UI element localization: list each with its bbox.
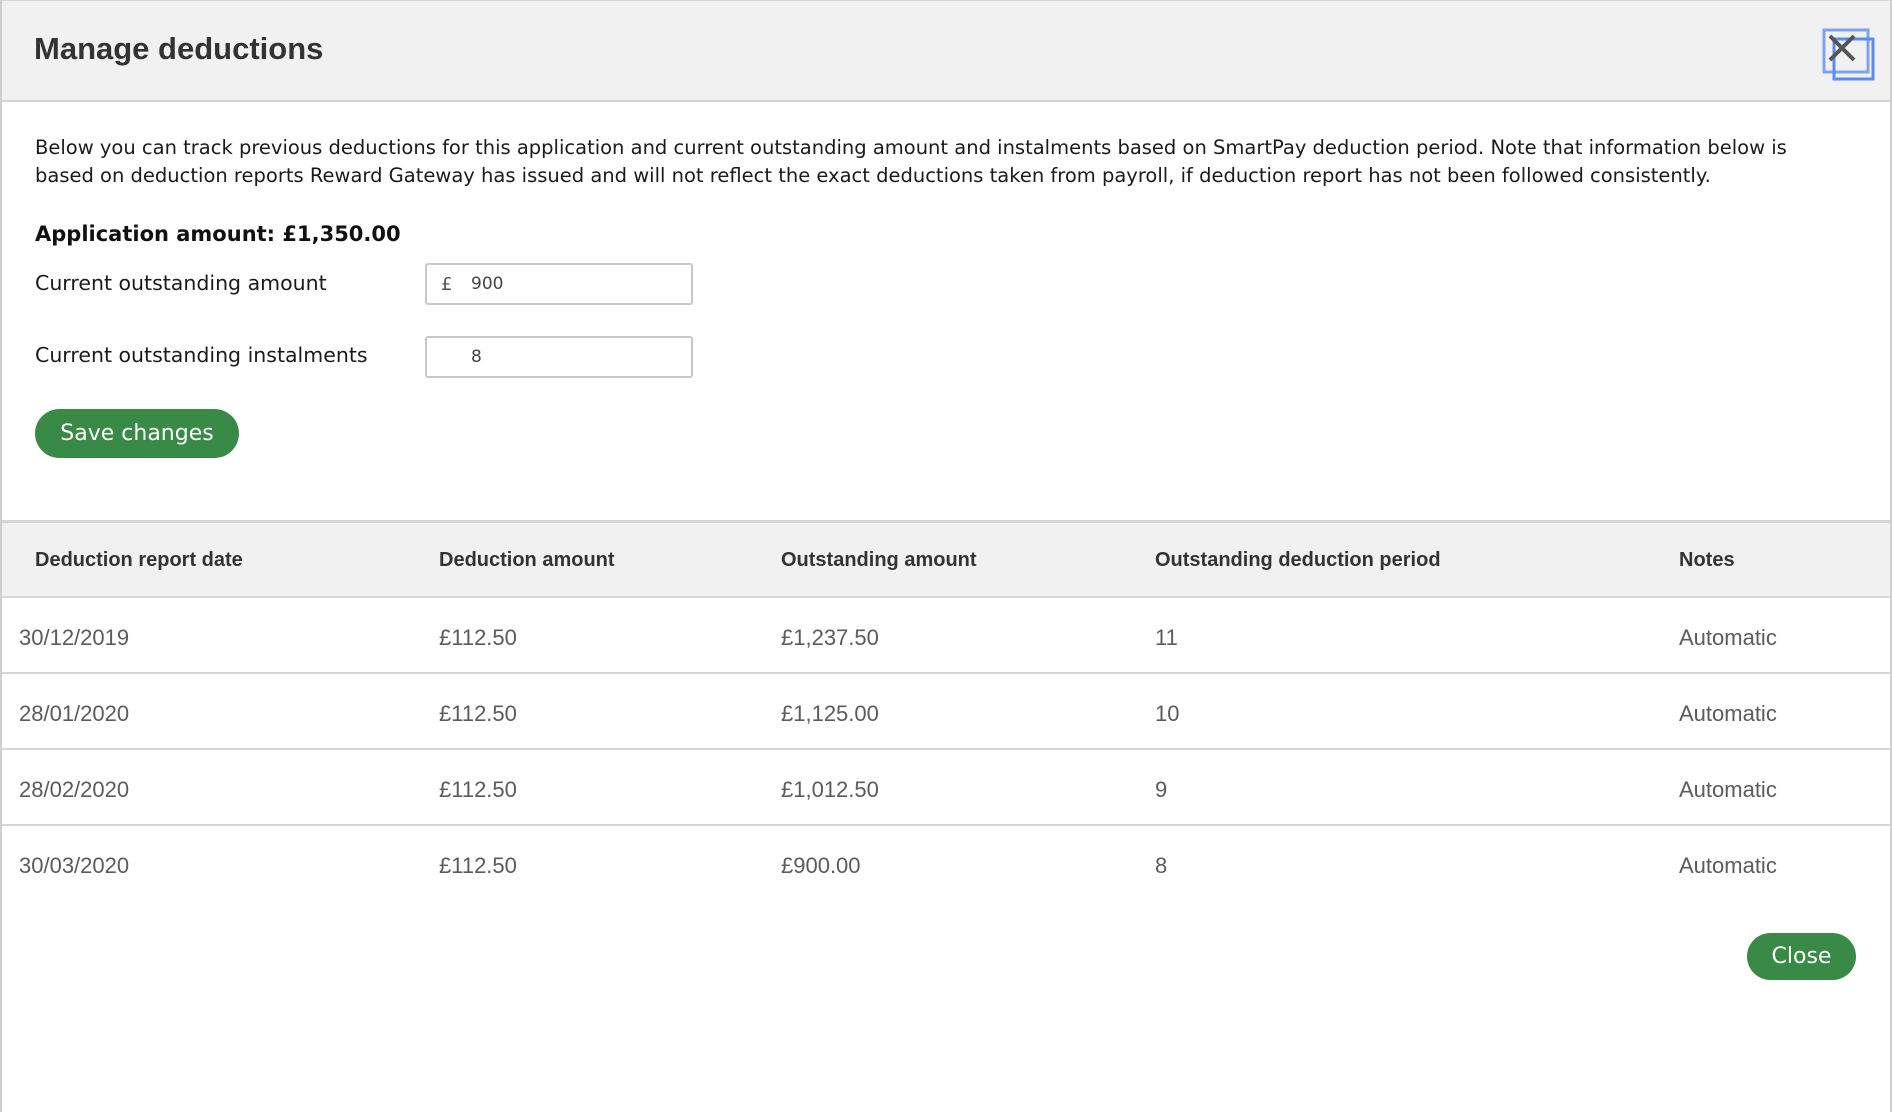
manage-deductions-modal: Manage deductions Below you can track pr… [0, 0, 1892, 1112]
outstanding-instalments-label: Current outstanding instalments [35, 343, 368, 367]
outstanding-instalments-input[interactable] [471, 340, 681, 374]
cell-deduction-amount: £112.50 [439, 777, 517, 802]
cell-date: 28/02/2020 [19, 777, 130, 802]
column-header: Outstanding amount [781, 549, 977, 571]
column-header: Deduction report date [35, 549, 243, 571]
outstanding-amount-label: Current outstanding amount [35, 271, 327, 295]
cell-deduction-amount: £112.50 [439, 625, 517, 650]
outstanding-amount-field[interactable]: £ [425, 263, 693, 305]
cell-outstanding-period: 9 [1155, 777, 1168, 802]
application-amount: Application amount: £1,350.00 [35, 222, 401, 246]
modal-title: Manage deductions [34, 31, 324, 66]
cell-notes: Automatic [1679, 625, 1777, 650]
cell-outstanding-amount: £1,012.50 [781, 777, 879, 802]
deductions-table: Deduction report date Deduction amount O… [2, 520, 1890, 902]
cell-date: 30/12/2019 [19, 625, 130, 650]
cell-notes: Automatic [1679, 701, 1777, 726]
modal-header: Manage deductions [2, 0, 1890, 102]
cell-deduction-amount: £112.50 [439, 853, 517, 878]
description-text: Below you can track previous deductions … [35, 136, 1787, 187]
table-row: 30/12/2019 £112.50 £1,237.50 11 Automati… [2, 598, 1890, 674]
column-header: Notes [1679, 549, 1735, 571]
cell-outstanding-amount: £1,125.00 [781, 701, 879, 726]
cell-outstanding-period: 11 [1155, 625, 1178, 650]
cell-outstanding-amount: £900.00 [781, 853, 861, 878]
column-header: Deduction amount [439, 549, 615, 571]
cell-date: 28/01/2020 [19, 701, 130, 726]
cell-outstanding-amount: £1,237.50 [781, 625, 879, 650]
outstanding-instalments-field[interactable] [425, 336, 693, 378]
save-changes-button[interactable]: Save changes [35, 409, 239, 458]
cell-notes: Automatic [1679, 853, 1777, 878]
table-row: 30/03/2020 £112.50 £900.00 8 Automatic [2, 826, 1890, 902]
cell-outstanding-period: 8 [1155, 853, 1168, 878]
currency-prefix: £ [441, 274, 453, 295]
table-row: 28/02/2020 £112.50 £1,012.50 9 Automatic [2, 750, 1890, 826]
cell-deduction-amount: £112.50 [439, 701, 517, 726]
cell-date: 30/03/2020 [19, 853, 130, 878]
cell-notes: Automatic [1679, 777, 1777, 802]
table-header-row: Deduction report date Deduction amount O… [2, 520, 1890, 598]
cell-outstanding-period: 10 [1155, 701, 1180, 726]
outstanding-amount-input[interactable] [471, 267, 681, 301]
table-row: 28/01/2020 £112.50 £1,125.00 10 Automati… [2, 674, 1890, 750]
close-icon[interactable] [1820, 27, 1876, 83]
column-header: Outstanding deduction period [1155, 549, 1441, 571]
close-button[interactable]: Close [1747, 933, 1856, 980]
